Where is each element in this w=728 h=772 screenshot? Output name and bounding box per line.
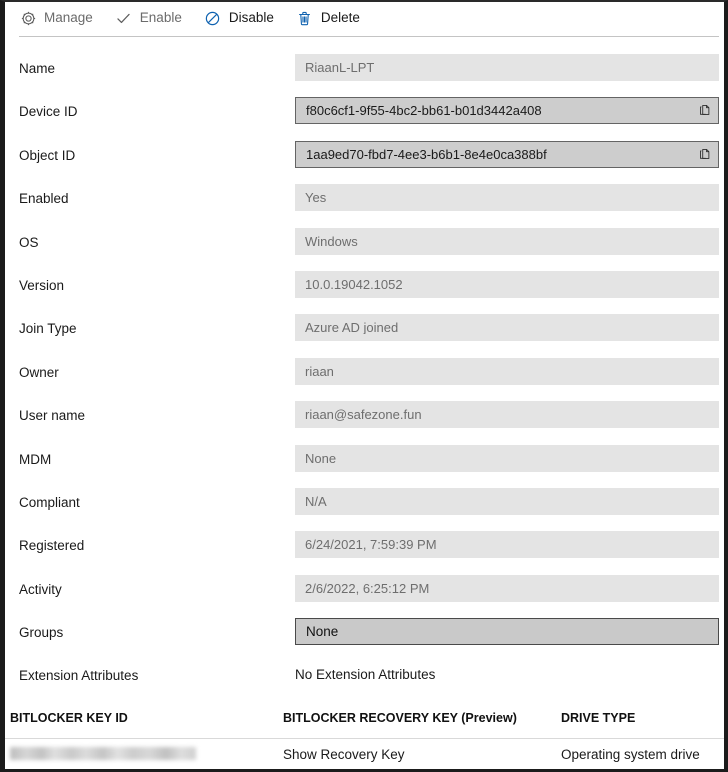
field-enabled-value: Yes [295,184,719,212]
gear-icon [19,9,37,27]
field-name-row: Name RiaanL-LPT [5,50,724,93]
field-activity-label: Activity [19,581,62,597]
field-version-label: Version [19,277,65,293]
field-registered-value: 6/24/2021, 7:59:39 PM [295,531,719,559]
field-os-value-text: Windows [305,234,358,248]
column-header-bitlocker-recovery-key: BITLOCKER RECOVERY KEY (Preview) [283,711,517,725]
field-user-name-value: riaan@safezone.fun [295,401,719,429]
field-mdm-value: None [295,444,719,472]
device-details-panel: Manage Enable Disable Delete Name RiaanL-LPT… [0,0,728,772]
field-groups-value[interactable]: None [295,618,719,646]
field-extension-attributes-label: Extension Attributes [19,668,139,684]
field-user-name-row: User name riaan@safezone.fun [5,397,724,440]
toolbar-manage-label: Manage [44,10,93,26]
toolbar-divider [19,36,719,37]
field-owner-row: Owner riaan [5,354,724,397]
field-join-type-row: Join Type Azure AD joined [5,310,724,353]
toolbar-enable[interactable]: Enable [115,5,182,31]
field-groups-value-text: None [306,623,339,639]
field-os-value: Windows [295,227,719,255]
field-mdm-row: MDM None [5,441,724,484]
copy-icon[interactable] [692,98,718,123]
field-version-row: Version 10.0.19042.1052 [5,267,724,310]
copy-icon[interactable] [692,142,718,167]
field-registered-row: Registered 6/24/2021, 7:59:39 PM [5,527,724,570]
bitlocker-table-header: BITLOCKER KEY ID BITLOCKER RECOVERY KEY … [5,706,724,739]
field-compliant-value: N/A [295,487,719,515]
field-registered-value-text: 6/24/2021, 7:59:39 PM [305,538,437,552]
field-join-type-label: Join Type [19,321,77,337]
field-join-type-value: Azure AD joined [295,314,719,342]
toolbar-enable-label: Enable [139,10,182,26]
field-join-type-value-text: Azure AD joined [305,321,399,335]
field-owner-value: riaan [295,357,719,385]
field-user-name-value-text: riaan@safezone.fun [305,408,422,422]
field-activity-value: 2/6/2022, 6:25:12 PM [295,574,719,602]
field-owner-label: Owner [19,364,59,380]
field-user-name-label: User name [19,408,86,424]
field-object-id-row: Object ID 1aa9ed70-fbd7-4ee3-b6b1-8e4e0ca… [5,137,724,180]
field-mdm-label: MDM [19,451,52,467]
field-compliant-label: Compliant [19,494,80,510]
field-compliant-row: Compliant N/A [5,484,724,527]
column-header-bitlocker-key-id: BITLOCKER KEY ID [10,711,128,725]
field-extension-attributes-row: Extension Attributes No Extension Attribu… [5,657,724,700]
field-name-label: Name [19,61,56,76]
toolbar-disable-label: Disable [228,10,274,26]
field-device-id-value[interactable]: f80c6cf1-9f55-4bc2-bb61-b01d3442a408 [295,97,719,125]
field-registered-label: Registered [19,538,85,554]
field-enabled-value-text: Yes [305,191,327,205]
block-icon [204,9,222,27]
device-properties-list: Name RiaanL-LPT Device ID f80c6cf1-9f55-4bc… [5,50,724,701]
field-activity-value-text: 2/6/2022, 6:25:12 PM [305,581,430,595]
field-groups-label: Groups [19,625,64,641]
field-extension-attributes-value: No Extension Attributes [295,661,719,688]
field-version-value: 10.0.19042.1052 [295,270,719,298]
field-owner-value-text: riaan [305,364,334,378]
checkmark-icon [115,9,133,27]
redacted-key-id [10,747,196,760]
table-row: Show Recovery Key Operating system drive [5,739,724,772]
field-version-value-text: 10.0.19042.1052 [305,277,403,291]
field-object-id-value[interactable]: 1aa9ed70-fbd7-4ee3-b6b1-8e4e0ca388bf [295,140,719,168]
field-name-value-text: RiaanL-LPT [305,61,375,74]
field-device-id-value-text: f80c6cf1-9f55-4bc2-bb61-b01d3442a408 [306,104,542,118]
field-extension-attributes-value-text: No Extension Attributes [295,667,436,683]
toolbar-disable[interactable]: Disable [204,5,274,31]
field-os-row: OS Windows [5,224,724,267]
field-os-label: OS [19,234,39,250]
field-name-value: RiaanL-LPT [295,54,719,81]
command-toolbar: Manage Enable Disable Delete [5,2,724,34]
field-object-id-label: Object ID [19,147,76,163]
field-activity-row: Activity 2/6/2022, 6:25:12 PM [5,571,724,614]
trash-icon [296,9,314,27]
field-enabled-row: Enabled Yes [5,180,724,223]
toolbar-delete-label: Delete [320,10,360,26]
field-object-id-value-text: 1aa9ed70-fbd7-4ee3-b6b1-8e4e0ca388bf [306,147,547,161]
bitlocker-keys-table: BITLOCKER KEY ID BITLOCKER RECOVERY KEY … [5,706,724,772]
field-groups-row: Groups None [5,614,724,657]
toolbar-manage[interactable]: Manage [19,5,93,31]
field-mdm-value-text: None [305,451,337,465]
toolbar-delete[interactable]: Delete [296,5,360,31]
show-recovery-key-link[interactable]: Show Recovery Key [283,748,405,762]
drive-type-cell: Operating system drive [561,747,700,762]
column-header-drive-type: DRIVE TYPE [561,711,636,725]
field-device-id-label: Device ID [19,104,78,120]
field-compliant-value-text: N/A [305,494,327,508]
field-device-id-row: Device ID f80c6cf1-9f55-4bc2-bb61-b01d344… [5,93,724,136]
field-enabled-label: Enabled [19,191,69,207]
bitlocker-key-id-cell [10,747,196,763]
